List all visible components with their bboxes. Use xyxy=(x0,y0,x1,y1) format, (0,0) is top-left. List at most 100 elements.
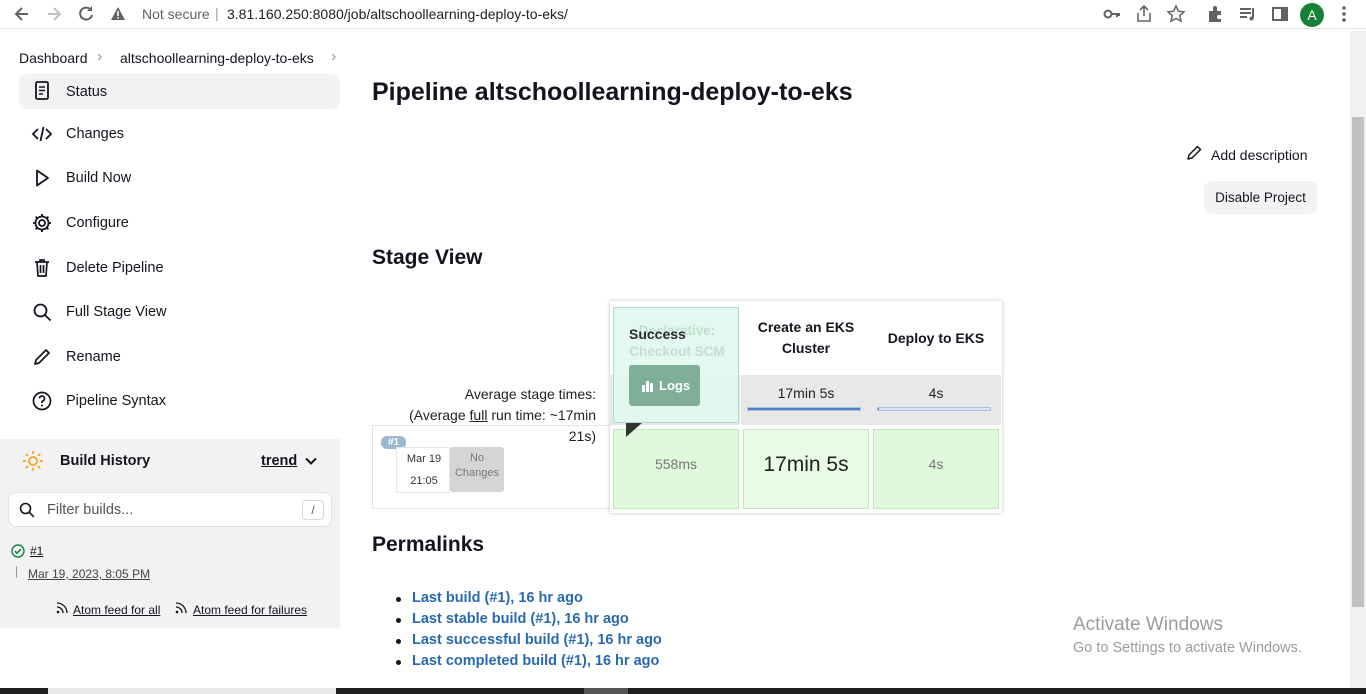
play-icon xyxy=(31,167,53,189)
permalinks-list: Last build (#1), 16 hr ago Last stable b… xyxy=(396,590,662,674)
breadcrumb: Dashboard › altschoollearning-deploy-to-… xyxy=(0,30,1350,78)
chevron-right-icon[interactable]: › xyxy=(331,48,336,66)
security-label[interactable]: Not secure xyxy=(142,6,210,22)
stage-cell-checkout[interactable]: 558ms xyxy=(613,429,739,509)
watermark-line2: Go to Settings to activate Windows. xyxy=(1073,640,1302,656)
logs-label: Logs xyxy=(659,378,691,393)
stage-view-title: Stage View xyxy=(372,246,483,269)
build-date-link[interactable]: Mar 19, 2023, 8:05 PM xyxy=(28,567,150,581)
search-icon xyxy=(31,301,53,323)
atom-feed-all-link[interactable]: Atom feed for all xyxy=(73,603,160,617)
chevron-down-icon[interactable] xyxy=(304,454,318,468)
avg-full-suffix: run time: ~17min xyxy=(487,407,596,423)
sidebar-item-status[interactable]: Status xyxy=(19,74,340,109)
sidebar-item-label: Configure xyxy=(66,215,129,231)
stage-avg-deploy: 4s xyxy=(871,375,1001,425)
profile-avatar[interactable]: A xyxy=(1300,3,1324,27)
sidebar-item-rename[interactable]: Rename xyxy=(19,341,340,372)
average-stage-times-label: Average stage times: xyxy=(464,386,596,402)
permalink-last-successful-build[interactable]: Last successful build (#1), 16 hr ago xyxy=(412,632,662,648)
stage-avg-value: 17min 5s xyxy=(777,385,835,401)
build-row: #1 Mar 19, 2023, 8:05 PM xyxy=(0,534,340,590)
reload-icon[interactable] xyxy=(76,4,96,24)
taskbar xyxy=(0,688,1366,694)
breadcrumb-dashboard[interactable]: Dashboard xyxy=(19,50,88,66)
sidebar-item-label: Rename xyxy=(66,349,121,365)
sidebar-item-build-now[interactable]: Build Now xyxy=(19,162,340,193)
stage-avg-value: 4s xyxy=(928,385,944,401)
list-item: Last successful build (#1), 16 hr ago xyxy=(396,632,662,653)
permalinks-title: Permalinks xyxy=(372,533,485,556)
run-date: Mar 19 xyxy=(406,453,442,465)
stage-avg-create-eks: 17min 5s xyxy=(741,375,871,425)
list-item: Last build (#1), 16 hr ago xyxy=(396,590,662,611)
media-queue-icon[interactable] xyxy=(1238,4,1258,24)
stage-cell-deploy[interactable]: 4s xyxy=(873,429,999,509)
help-icon xyxy=(31,390,53,412)
build-history-title: Build History xyxy=(60,453,151,469)
url-text[interactable]: 3.81.160.250:8080/job/altschoollearning-… xyxy=(227,6,568,22)
sidebar-item-delete-pipeline[interactable]: Delete Pipeline xyxy=(19,252,340,283)
warning-icon xyxy=(110,6,126,22)
browser-toolbar: Not secure | 3.81.160.250:8080/job/altsc… xyxy=(0,0,1366,29)
sidebar-item-configure[interactable]: Configure xyxy=(19,207,340,238)
key-icon[interactable] xyxy=(1102,4,1122,24)
stage-duration: 4s xyxy=(928,456,944,472)
sidebar-item-label: Delete Pipeline xyxy=(66,260,164,276)
bar-chart-icon xyxy=(641,379,654,392)
trash-icon xyxy=(31,257,53,279)
side-panel-icon[interactable] xyxy=(1270,4,1290,24)
filter-builds: / xyxy=(8,492,332,527)
atom-feed-failures-link[interactable]: Atom feed for failures xyxy=(193,603,307,617)
permalink-last-completed-build[interactable]: Last completed build (#1), 16 hr ago xyxy=(412,653,659,669)
watermark-line1: Activate Windows xyxy=(1073,614,1223,635)
activate-windows-watermark: Activate Windows Go to Settings to activ… xyxy=(1073,614,1302,656)
trend-link[interactable]: trend xyxy=(261,453,297,469)
popover-pointer xyxy=(626,423,642,437)
no-changes-box[interactable]: No Changes xyxy=(450,447,504,492)
build-divider xyxy=(16,566,17,578)
scrollbar-thumb[interactable] xyxy=(1352,117,1364,607)
build-number-link[interactable]: #1 xyxy=(30,544,43,558)
code-icon xyxy=(31,123,53,145)
disable-project-button[interactable]: Disable Project xyxy=(1204,181,1317,214)
sidebar-item-label: Status xyxy=(66,84,108,100)
forward-arrow-icon[interactable] xyxy=(44,4,64,24)
sidebar-item-pipeline-syntax[interactable]: Pipeline Syntax xyxy=(19,385,340,416)
taskbar-item[interactable] xyxy=(584,688,628,694)
share-icon[interactable] xyxy=(1134,4,1154,24)
taskbar-item[interactable] xyxy=(48,688,336,694)
stage-header-create-eks: Create an EKS Cluster xyxy=(757,319,855,356)
stage-cell-create-eks[interactable]: 17min 5s xyxy=(743,429,869,509)
sidebar-item-label: Build Now xyxy=(66,170,132,186)
page-title: Pipeline altschoollearning-deploy-to-eks xyxy=(372,78,853,106)
breadcrumb-job[interactable]: altschoollearning-deploy-to-eks xyxy=(120,50,314,66)
sun-weather-icon xyxy=(22,450,44,472)
extensions-icon[interactable] xyxy=(1206,4,1226,24)
filter-builds-input[interactable] xyxy=(45,501,285,519)
stage-duration: 17min 5s xyxy=(763,453,849,476)
address-bar[interactable]: Not secure | 3.81.160.250:8080/job/altsc… xyxy=(110,3,1170,26)
popover-status: Success xyxy=(629,326,686,342)
run-time: 21:05 xyxy=(410,475,438,487)
permalink-last-stable-build[interactable]: Last stable build (#1), 16 hr ago xyxy=(412,611,629,627)
stage-popover: Declarative: Checkout SCM Success Logs xyxy=(613,307,739,423)
bookmark-star-icon[interactable] xyxy=(1166,4,1186,24)
logs-button[interactable]: Logs xyxy=(629,365,700,406)
sidebar-item-label: Pipeline Syntax xyxy=(66,393,166,409)
permalink-last-build[interactable]: Last build (#1), 16 hr ago xyxy=(412,590,583,606)
stage-avg-progress xyxy=(747,407,861,411)
sidebar-item-changes[interactable]: Changes xyxy=(19,118,340,149)
sidebar-item-label: Full Stage View xyxy=(66,304,167,320)
build-history-panel: Build History trend / #1 Mar 19, 2023, 8… xyxy=(0,439,340,590)
atom-feeds: Atom feed for all Atom feed for failures xyxy=(0,590,340,628)
kebab-menu-icon[interactable] xyxy=(1334,4,1354,24)
sidebar-item-full-stage-view[interactable]: Full Stage View xyxy=(19,296,340,327)
rss-icon xyxy=(56,602,68,614)
back-arrow-icon[interactable] xyxy=(12,4,32,24)
stage-avg-progress xyxy=(877,407,991,411)
stage-header-deploy: Deploy to EKS xyxy=(887,329,985,346)
run-date-box: Mar 19 21:05 xyxy=(396,447,450,493)
stage-duration: 558ms xyxy=(654,456,698,472)
list-item: Last stable build (#1), 16 hr ago xyxy=(396,611,662,632)
